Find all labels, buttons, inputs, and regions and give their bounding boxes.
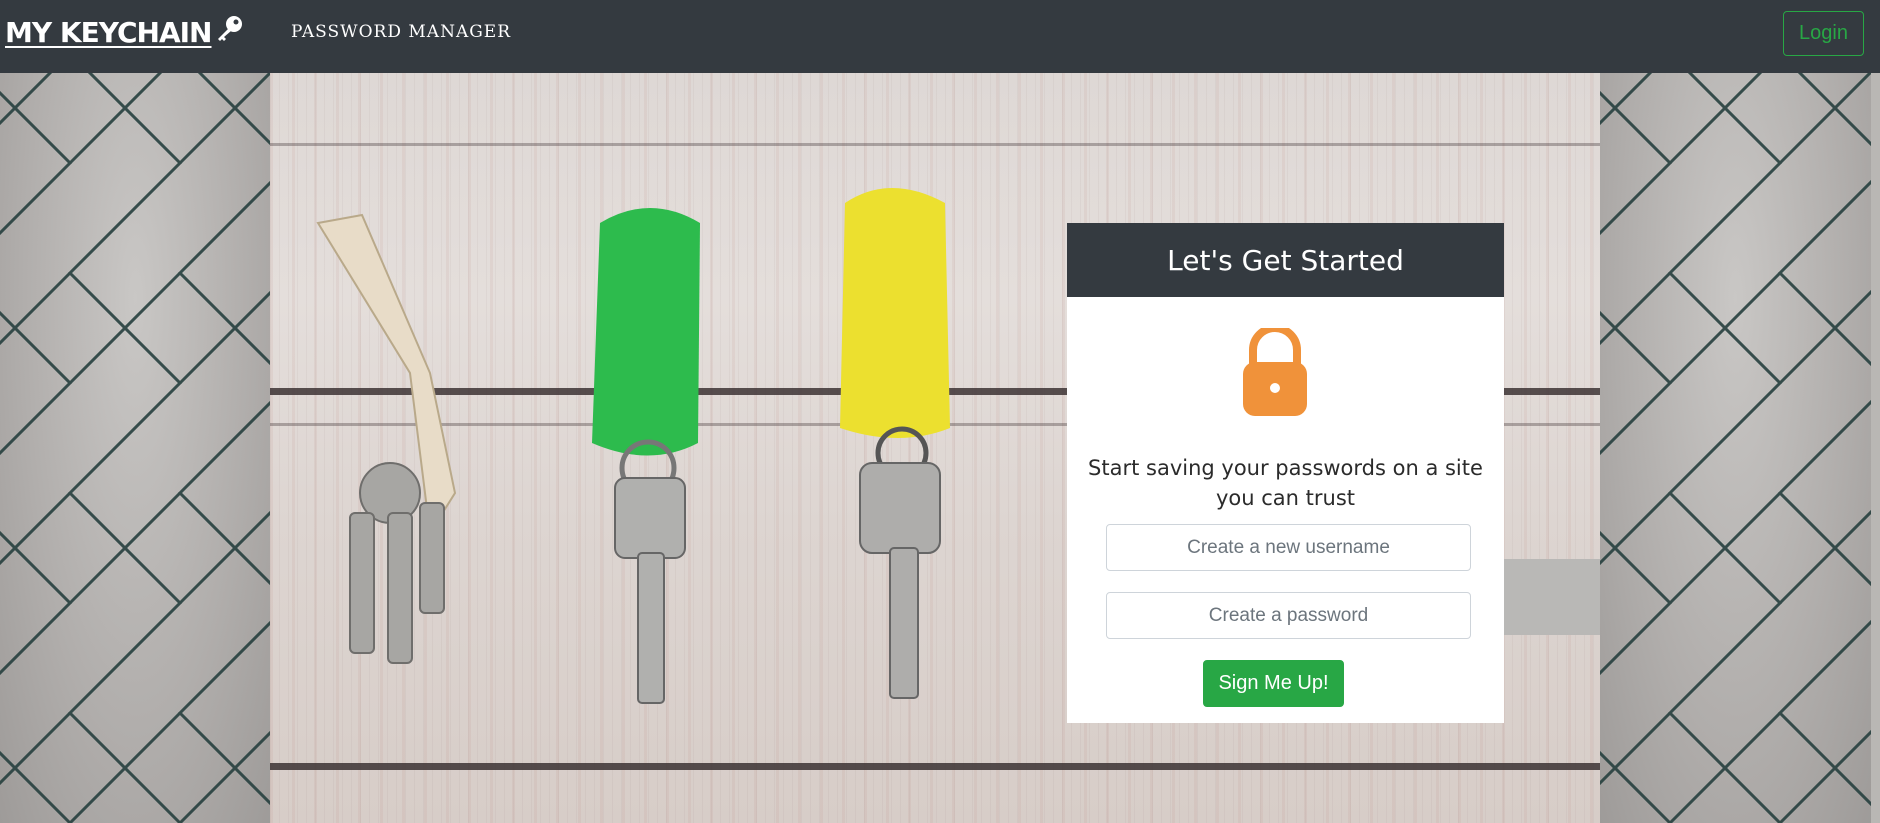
fence-background-left <box>0 73 271 823</box>
username-input[interactable] <box>1106 524 1471 571</box>
sign-up-button[interactable]: Sign Me Up! <box>1203 660 1344 707</box>
signup-title: Let's Get Started <box>1167 243 1404 277</box>
signup-card-header: Let's Get Started <box>1067 223 1504 297</box>
password-input[interactable] <box>1106 592 1471 639</box>
background-shadow <box>1504 559 1600 635</box>
fence-background-right <box>1600 73 1871 823</box>
navbar: MY KEYCHAIN PASSWORD MANAGER Login <box>0 0 1880 73</box>
signup-card: Let's Get Started Start saving your pass… <box>1067 223 1504 723</box>
login-button[interactable]: Login <box>1783 11 1864 56</box>
key-icon <box>215 14 245 51</box>
signup-tagline: Start saving your passwords on a site yo… <box>1088 456 1483 510</box>
brand-link[interactable]: MY KEYCHAIN <box>5 14 245 51</box>
lock-icon <box>1239 324 1311 418</box>
site-subtitle: PASSWORD MANAGER <box>291 22 512 42</box>
brand-name: MY KEYCHAIN <box>5 16 212 49</box>
